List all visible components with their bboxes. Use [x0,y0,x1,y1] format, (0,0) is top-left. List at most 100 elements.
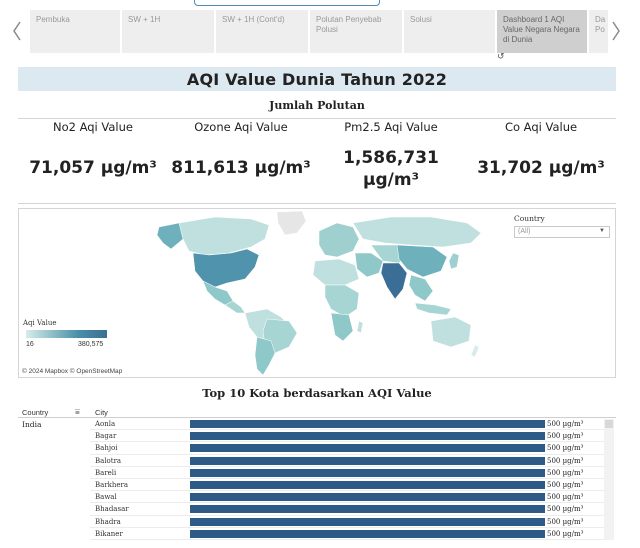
city-cell: Bawal [95,493,117,502]
map-region-indonesia [414,302,452,316]
table-row[interactable]: Bawal 500 µg/m³ [18,491,616,504]
kpi-pm25: Pm2.5 Aqi Value 1,586,731 µg/m³ [316,119,466,205]
map-region-africa-south [330,312,354,342]
table-scrollbar[interactable] [604,419,614,540]
aqi-value-bar[interactable] [190,505,545,514]
story-tab[interactable]: SW + 1H (Cont'd) [216,10,310,53]
dashboard-title-bar: AQI Value Dunia Tahun 2022 [18,67,616,91]
aqi-value-bar[interactable] [190,432,545,441]
table-row[interactable]: Barkhera 500 µg/m³ [18,479,616,492]
chevron-right-icon[interactable] [609,20,623,42]
kpi-label: Pm2.5 Aqi Value [344,120,438,134]
map-region-new-zealand [470,344,480,358]
top10-title: Top 10 Kota berdasarkan AQI Value [202,386,432,400]
map-region-russia [352,216,482,248]
story-tab[interactable]: Polutan Penyebab Polusi [310,10,404,53]
table-scroll-thumb[interactable] [605,420,613,428]
kpi-co: Co Aqi Value 31,702 µg/m³ [466,119,616,205]
kpi-no2: No2 Aqi Value 71,057 µg/m³ [18,119,168,205]
kpi-ozone: Ozone Aqi Value 811,613 µg/m³ [166,119,316,205]
aqi-value-bar[interactable] [190,456,545,465]
city-cell: Aonla [95,420,116,428]
story-tab[interactable]: Da Po [589,10,608,53]
aqi-value-label: 500 µg/m³ [547,432,584,441]
kpi-label: Co Aqi Value [504,120,578,134]
aqi-value-bar[interactable] [190,468,545,477]
map-region-madagascar [356,320,364,334]
row-divider [90,539,604,541]
aqi-value-label: 500 µg/m³ [547,444,584,453]
aqi-value-bar[interactable] [190,529,545,538]
table-header: Country ⩸ City [18,407,616,418]
kpi-value: 71,057 µg/m³ [29,158,157,178]
kpi-label: No2 Aqi Value [52,120,133,134]
story-points-strip: Pembuka SW + 1H SW + 1H (Cont'd) Polutan Pe… [30,10,608,53]
aqi-value-label: 500 µg/m³ [547,493,584,502]
table-row[interactable]: Bareli 500 µg/m³ [18,467,616,480]
table-row[interactable]: Balotra 500 µg/m³ [18,455,616,467]
legend-max: 380,575 [78,341,104,348]
table-row[interactable]: Bagar 500 µg/m³ [18,430,616,443]
map-region-africa-central [324,284,360,318]
aqi-value-label: 500 µg/m³ [547,481,584,489]
aqi-value-label: 500 µg/m³ [547,505,584,514]
dropdown-caret-icon: ▼ [599,228,605,234]
story-header-frame [194,0,380,6]
city-cell: Bareli [95,468,117,477]
story-tab[interactable]: Solusi [404,10,497,53]
aqi-value-bar[interactable] [190,481,545,489]
city-cell: Bhadasar [95,505,129,514]
kpi-value: 31,702 µg/m³ [477,158,605,178]
country-filter-label: Country [514,214,545,223]
kpi-heading: Jumlah Polutan [269,99,365,112]
map-region-alaska [156,222,184,250]
map-region-africa-north [312,258,360,286]
city-cell: Balotra [95,456,122,465]
city-cell: Bahjoi [95,444,118,453]
aqi-value-bar[interactable] [190,517,545,526]
column-header-city[interactable]: City [95,408,108,417]
story-tab[interactable]: Pembuka [30,10,122,53]
aqi-world-map-panel: Country (All) ▼ Aqi Value 16 380,575 © 2… [18,208,616,378]
map-region-australia [430,316,472,348]
aqi-value-label: 500 µg/m³ [547,529,584,538]
table-row[interactable]: Bhadra 500 µg/m³ [18,516,616,528]
map-region-europe [318,222,360,258]
table-row[interactable]: Bhadasar 500 µg/m³ [18,503,616,516]
map-region-southeast-asia [408,274,434,302]
column-header-country[interactable]: Country [22,408,48,417]
map-attribution[interactable]: © 2024 Mapbox © OpenStreetMap [22,368,122,375]
map-region-greenland [276,210,307,236]
aqi-value-label: 500 µg/m³ [547,517,584,526]
sort-icon[interactable]: ⩸ [75,407,80,417]
map-region-middle-east [354,252,384,278]
aqi-value-label: 500 µg/m³ [547,456,584,465]
kpi-value: 1,586,731 µg/m³ [343,148,439,190]
country-filter-dropdown[interactable]: (All) ▼ [514,226,610,238]
country-filter-value: (All) [518,228,531,235]
table-row[interactable]: Bahjoi 500 µg/m³ [18,442,616,455]
city-cell: Bikaner [95,529,123,538]
dashboard-title: AQI Value Dunia Tahun 2022 [186,69,448,89]
refresh-icon[interactable]: ↺ [497,53,505,62]
map-region-india [380,262,408,300]
legend-min: 16 [26,341,34,348]
aqi-value-bar[interactable] [190,493,545,502]
aqi-value-bar[interactable] [190,444,545,453]
kpi-row: No2 Aqi Value 71,057 µg/m³ Ozone Aqi Val… [18,118,616,204]
table-row[interactable]: Aonla 500 µg/m³ [18,418,616,431]
aqi-value-label: 500 µg/m³ [547,420,584,428]
map-region-japan [448,252,460,270]
chevron-left-icon[interactable] [10,20,24,42]
top10-rows: Aonla 500 µg/m³ Bagar 500 µg/m³ Bahjoi 500 µg… [18,418,616,541]
story-tab[interactable]: SW + 1H [122,10,216,53]
table-row[interactable]: Bikaner 500 µg/m³ [18,528,616,541]
story-tab[interactable]: Dashboard 1 AQI Value Negara Negara di D… [497,10,589,53]
city-cell: Barkhera [95,481,129,489]
aqi-value-label: 500 µg/m³ [547,468,584,477]
aqi-value-bar[interactable] [190,420,545,428]
legend-color-ramp [26,330,107,338]
city-cell: Bagar [95,432,117,441]
kpi-value: 811,613 µg/m³ [171,158,311,178]
map-region-canada [178,216,270,256]
